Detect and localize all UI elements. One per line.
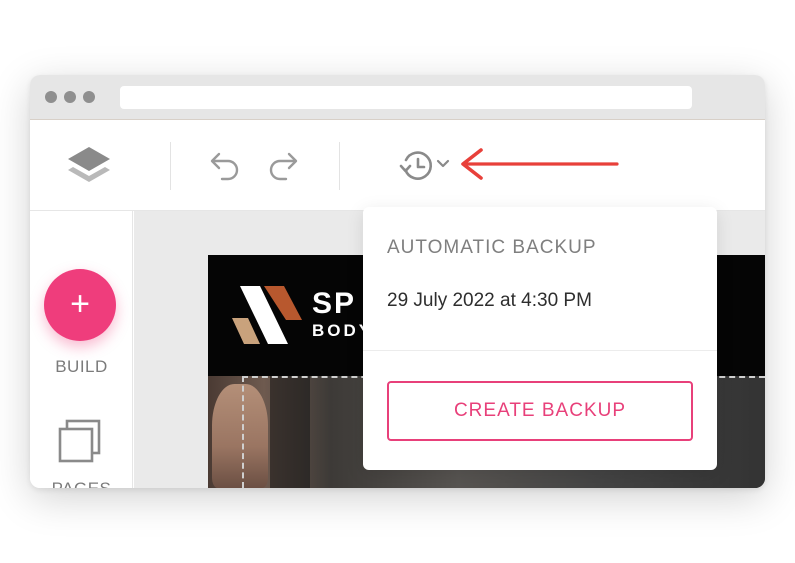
create-backup-button[interactable]: CREATE BACKUP	[387, 381, 693, 441]
hero-shadow	[270, 376, 310, 488]
toolbar-divider	[339, 142, 340, 190]
chevron-down-icon[interactable]	[436, 159, 450, 169]
layers-icon[interactable]	[66, 145, 112, 187]
plus-icon: +	[70, 285, 90, 323]
redo-icon[interactable]	[266, 148, 300, 182]
brand-logo	[232, 286, 302, 344]
browser-titlebar	[30, 75, 765, 120]
build-button[interactable]: +	[44, 269, 116, 341]
hero-person-face	[212, 384, 268, 488]
arrow-left-icon	[461, 148, 619, 180]
editor-toolbar	[30, 120, 765, 211]
window-control-dot[interactable]	[45, 91, 57, 103]
section-guide	[242, 376, 244, 488]
dropdown-divider	[363, 350, 717, 351]
backup-dropdown: AUTOMATIC BACKUP 29 July 2022 at 4:30 PM…	[363, 207, 717, 470]
pages-label[interactable]: PAGES	[30, 479, 133, 488]
brand-name: SP	[312, 287, 357, 320]
automatic-backup-entry[interactable]: 29 July 2022 at 4:30 PM	[387, 290, 592, 312]
backup-heading: AUTOMATIC BACKUP	[387, 237, 597, 258]
window-control-dot[interactable]	[83, 91, 95, 103]
build-label: BUILD	[55, 357, 108, 376]
toolbar-divider	[170, 142, 171, 190]
left-sidebar: + BUILD PAGES	[30, 211, 133, 488]
undo-icon[interactable]	[208, 148, 242, 182]
pages-icon[interactable]	[57, 417, 105, 465]
address-bar[interactable]	[120, 86, 692, 109]
window-control-dot[interactable]	[64, 91, 76, 103]
backup-history-icon[interactable]	[399, 148, 435, 184]
